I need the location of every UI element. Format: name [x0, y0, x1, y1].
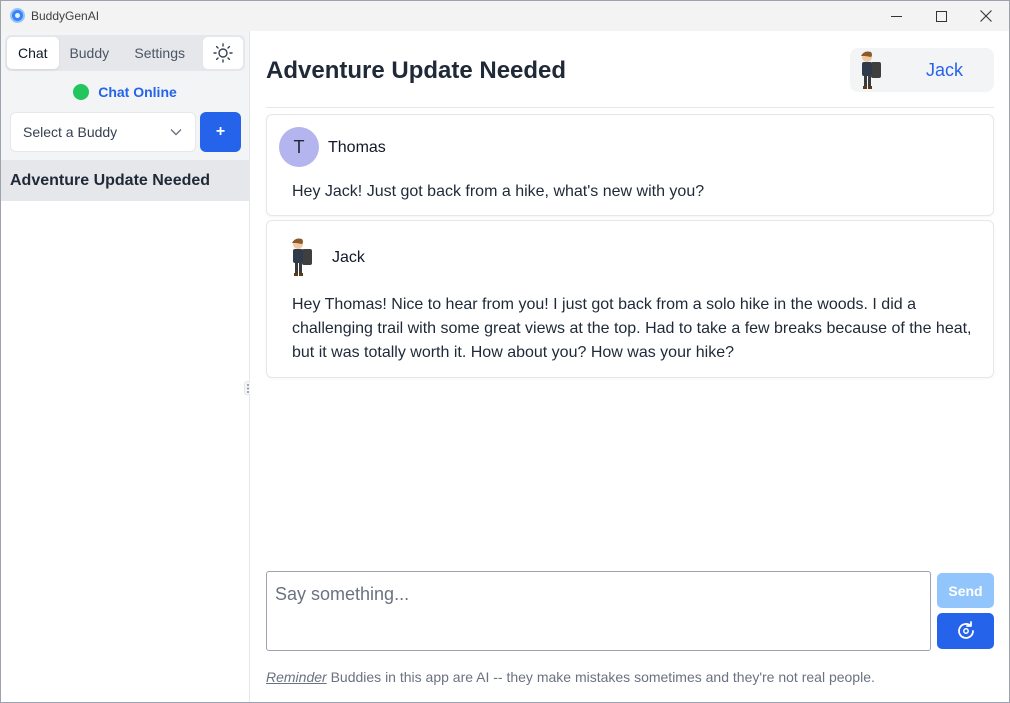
buddy-name: Jack	[926, 60, 964, 80]
minimize-button[interactable]	[873, 1, 919, 31]
minimize-icon	[890, 15, 902, 17]
avatar: T	[279, 127, 319, 167]
message-author: Jack	[332, 249, 365, 266]
message-card: T Thomas Hey Jack! Just got back from a …	[266, 114, 994, 216]
window-title: BuddyGenAI	[31, 9, 100, 23]
chevron-down-icon	[170, 129, 182, 136]
ai-disclaimer: Reminder Buddies in this app are AI -- t…	[266, 669, 875, 685]
sun-icon	[213, 43, 233, 63]
reminder-label: Reminder	[266, 669, 327, 685]
app-window: BuddyGenAI Chat Buddy Settings Chat Onli…	[0, 0, 1010, 703]
theme-toggle-button[interactable]	[203, 37, 243, 69]
chat-list-item[interactable]: Adventure Update Needed	[1, 160, 249, 202]
hiker-avatar-icon	[292, 238, 312, 276]
maximize-icon	[935, 10, 947, 22]
close-button[interactable]	[963, 1, 1009, 31]
hiker-avatar-icon	[861, 51, 881, 89]
close-icon	[980, 10, 992, 22]
status-text: Chat Online	[98, 84, 177, 100]
online-indicator	[73, 84, 90, 100]
tab-settings[interactable]: Settings	[120, 37, 199, 69]
regenerate-button[interactable]	[937, 613, 994, 649]
page-title: Adventure Update Needed	[266, 57, 567, 84]
tab-buddy[interactable]: Buddy	[59, 37, 120, 69]
message-author: Thomas	[328, 139, 386, 156]
buddy-select[interactable]: Select a Buddy	[10, 112, 196, 152]
sidebar: Chat Buddy Settings Chat Online Select a…	[1, 31, 250, 702]
chat-list-empty-area	[1, 201, 249, 702]
maximize-button[interactable]	[918, 1, 964, 31]
title-bar: BuddyGenAI	[1, 1, 1009, 31]
message-text: Hey Jack! Just got back from a hike, wha…	[292, 183, 705, 200]
buddy-select-value: Select a Buddy	[23, 124, 118, 140]
message-card: Jack Hey Thomas! Nice to hear from you! …	[266, 220, 994, 378]
chat-bubble-icon	[10, 8, 25, 23]
message-input[interactable]	[266, 571, 931, 651]
buddy-badge[interactable]: Jack	[850, 48, 994, 92]
send-button[interactable]: Send	[937, 573, 994, 608]
chat-panel: Adventure Update Needed Jack T Thomas He…	[250, 31, 1009, 702]
chat-status: Chat Online	[1, 81, 249, 103]
reminder-text: Buddies in this app are AI -- they make …	[330, 669, 875, 685]
sidebar-tabs: Chat Buddy Settings	[5, 35, 245, 71]
tab-chat[interactable]: Chat	[7, 37, 59, 69]
add-buddy-button[interactable]: +	[200, 112, 241, 152]
refresh-icon	[957, 621, 974, 639]
message-text: Hey Thomas! Nice to hear from you! I jus…	[292, 296, 972, 361]
header-divider	[266, 107, 994, 108]
